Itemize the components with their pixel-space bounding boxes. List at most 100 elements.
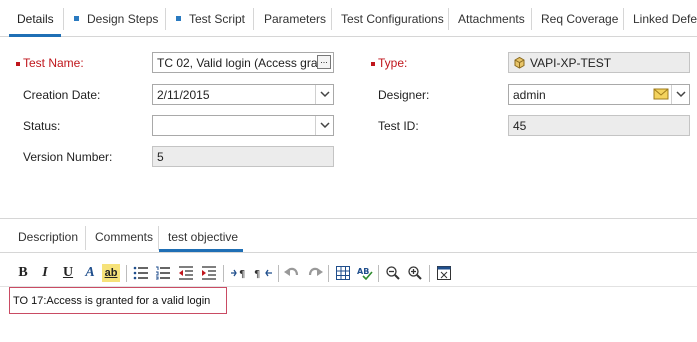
tab-indicator-icon [74, 16, 79, 22]
toolbar-separator [278, 265, 279, 282]
undo-button[interactable] [283, 264, 301, 282]
test-name-label: Test Name: [16, 56, 84, 70]
test-type-icon [514, 56, 525, 69]
tab-indicator-icon [176, 16, 181, 22]
numbered-list-button[interactable] [154, 264, 172, 282]
tab-attachments-label: Attachments [458, 12, 525, 26]
test-objective-text[interactable]: TO 17:Access is granted for a valid logi… [9, 287, 227, 314]
toolbar-separator [378, 265, 379, 282]
tab-design-steps-label: Design Steps [87, 12, 159, 26]
fullscreen-button[interactable] [435, 264, 453, 282]
creation-date-field[interactable]: 2/11/2015 [152, 84, 334, 105]
version-number-field: 5 [152, 146, 334, 167]
tab-test-configurations-label: Test Configurations [341, 12, 444, 26]
test-name-value: TC 02, Valid login (Access gran [157, 56, 325, 70]
tab-test-configurations[interactable]: Test Configurations [341, 0, 444, 37]
tab-req-coverage-label: Req Coverage [541, 12, 619, 26]
decrease-indent-button[interactable] [177, 264, 195, 282]
status-select[interactable] [152, 115, 334, 136]
tab-req-coverage[interactable]: Req Coverage [541, 0, 618, 37]
svg-text:¶: ¶ [254, 269, 260, 279]
type-label: Type: [371, 56, 407, 70]
version-number-label: Version Number: [23, 150, 113, 164]
creation-date-label: Creation Date: [23, 88, 101, 102]
font-color-button[interactable]: A [81, 264, 99, 282]
zoom-out-button[interactable] [384, 264, 402, 282]
ltr-direction-button[interactable]: ¶ [229, 264, 251, 282]
redo-icon [308, 267, 323, 276]
fullscreen-icon [437, 266, 451, 280]
status-dropdown-button[interactable] [315, 116, 333, 135]
undo-icon [284, 267, 299, 276]
chevron-down-icon [676, 91, 686, 98]
rich-text-toolbar: B I U A ab ¶ ¶ AB [0, 262, 697, 286]
type-field: VAPI-XP-TEST [508, 52, 690, 73]
type-value: VAPI-XP-TEST [530, 56, 612, 70]
underline-button[interactable]: U [59, 264, 77, 282]
mail-icon[interactable] [653, 87, 669, 101]
panel-splitter[interactable] [0, 218, 697, 219]
numbered-list-icon [156, 266, 170, 280]
details-tab-bar: Details Design Steps Test Script Paramet… [0, 0, 697, 37]
designer-field[interactable]: admin [508, 84, 690, 105]
test-name-field[interactable]: TC 02, Valid login (Access gran ... [152, 52, 334, 73]
tab-description[interactable]: Description [18, 226, 78, 252]
tab-attachments[interactable]: Attachments [458, 0, 525, 37]
toolbar-separator [429, 265, 430, 282]
tab-separator [448, 8, 449, 30]
test-id-value: 45 [513, 119, 527, 133]
test-name-label-text: Test Name: [23, 56, 84, 70]
edit-ellipsis-button[interactable]: ... [317, 55, 331, 69]
insert-table-button[interactable] [334, 264, 352, 282]
creation-date-value: 2/11/2015 [157, 88, 210, 102]
bold-button[interactable]: B [14, 264, 32, 282]
tab-test-script-label: Test Script [189, 12, 246, 26]
tab-linked-defects-label: Linked Defec [633, 12, 697, 26]
tab-separator [253, 8, 254, 30]
designer-label: Designer: [378, 88, 430, 102]
zoom-in-icon [408, 266, 422, 280]
tab-separator [623, 8, 624, 30]
tab-design-steps[interactable]: Design Steps [74, 0, 158, 37]
tab-test-objective[interactable]: test objective [159, 226, 243, 252]
toolbar-separator [223, 265, 224, 282]
toolbar-separator [328, 265, 329, 282]
increase-indent-button[interactable] [200, 264, 218, 282]
tab-parameters[interactable]: Parameters [264, 0, 326, 37]
version-number-value: 5 [157, 150, 164, 164]
required-icon [16, 61, 20, 66]
tab-comments[interactable]: Comments [95, 226, 153, 252]
spell-check-button[interactable]: AB [356, 264, 374, 282]
zoom-out-icon [386, 266, 400, 280]
bullet-list-button[interactable] [132, 264, 150, 282]
toolbar-separator [126, 265, 127, 282]
tab-separator [165, 8, 166, 30]
type-label-text: Type: [378, 56, 408, 70]
table-icon [336, 266, 350, 280]
bottom-tab-divider [0, 252, 697, 253]
tab-details-label: Details [17, 12, 54, 26]
designer-dropdown-button[interactable] [671, 85, 689, 104]
tab-details[interactable]: Details [9, 0, 61, 37]
rtl-paragraph-icon: ¶ [254, 269, 272, 279]
rtl-direction-button[interactable]: ¶ [252, 264, 274, 282]
redo-button[interactable] [306, 264, 324, 282]
italic-button[interactable]: I [36, 264, 54, 282]
creation-date-dropdown-button[interactable] [315, 85, 333, 104]
tab-test-script[interactable]: Test Script [176, 0, 245, 37]
tab-linked-defects[interactable]: Linked Defec [633, 0, 697, 37]
status-label: Status: [23, 119, 61, 133]
tab-separator [531, 8, 532, 30]
bullet-list-icon [133, 266, 148, 280]
highlight-button[interactable]: ab [102, 264, 120, 282]
svg-text:¶: ¶ [239, 269, 245, 279]
tab-separator [63, 8, 64, 30]
zoom-in-button[interactable] [406, 264, 424, 282]
required-icon [371, 61, 375, 66]
test-id-label: Test ID: [378, 119, 419, 133]
test-id-field: 45 [508, 115, 690, 136]
ltr-paragraph-icon: ¶ [231, 269, 245, 279]
tab-separator [331, 8, 332, 30]
chevron-down-icon [320, 91, 330, 98]
chevron-down-icon [320, 122, 330, 129]
